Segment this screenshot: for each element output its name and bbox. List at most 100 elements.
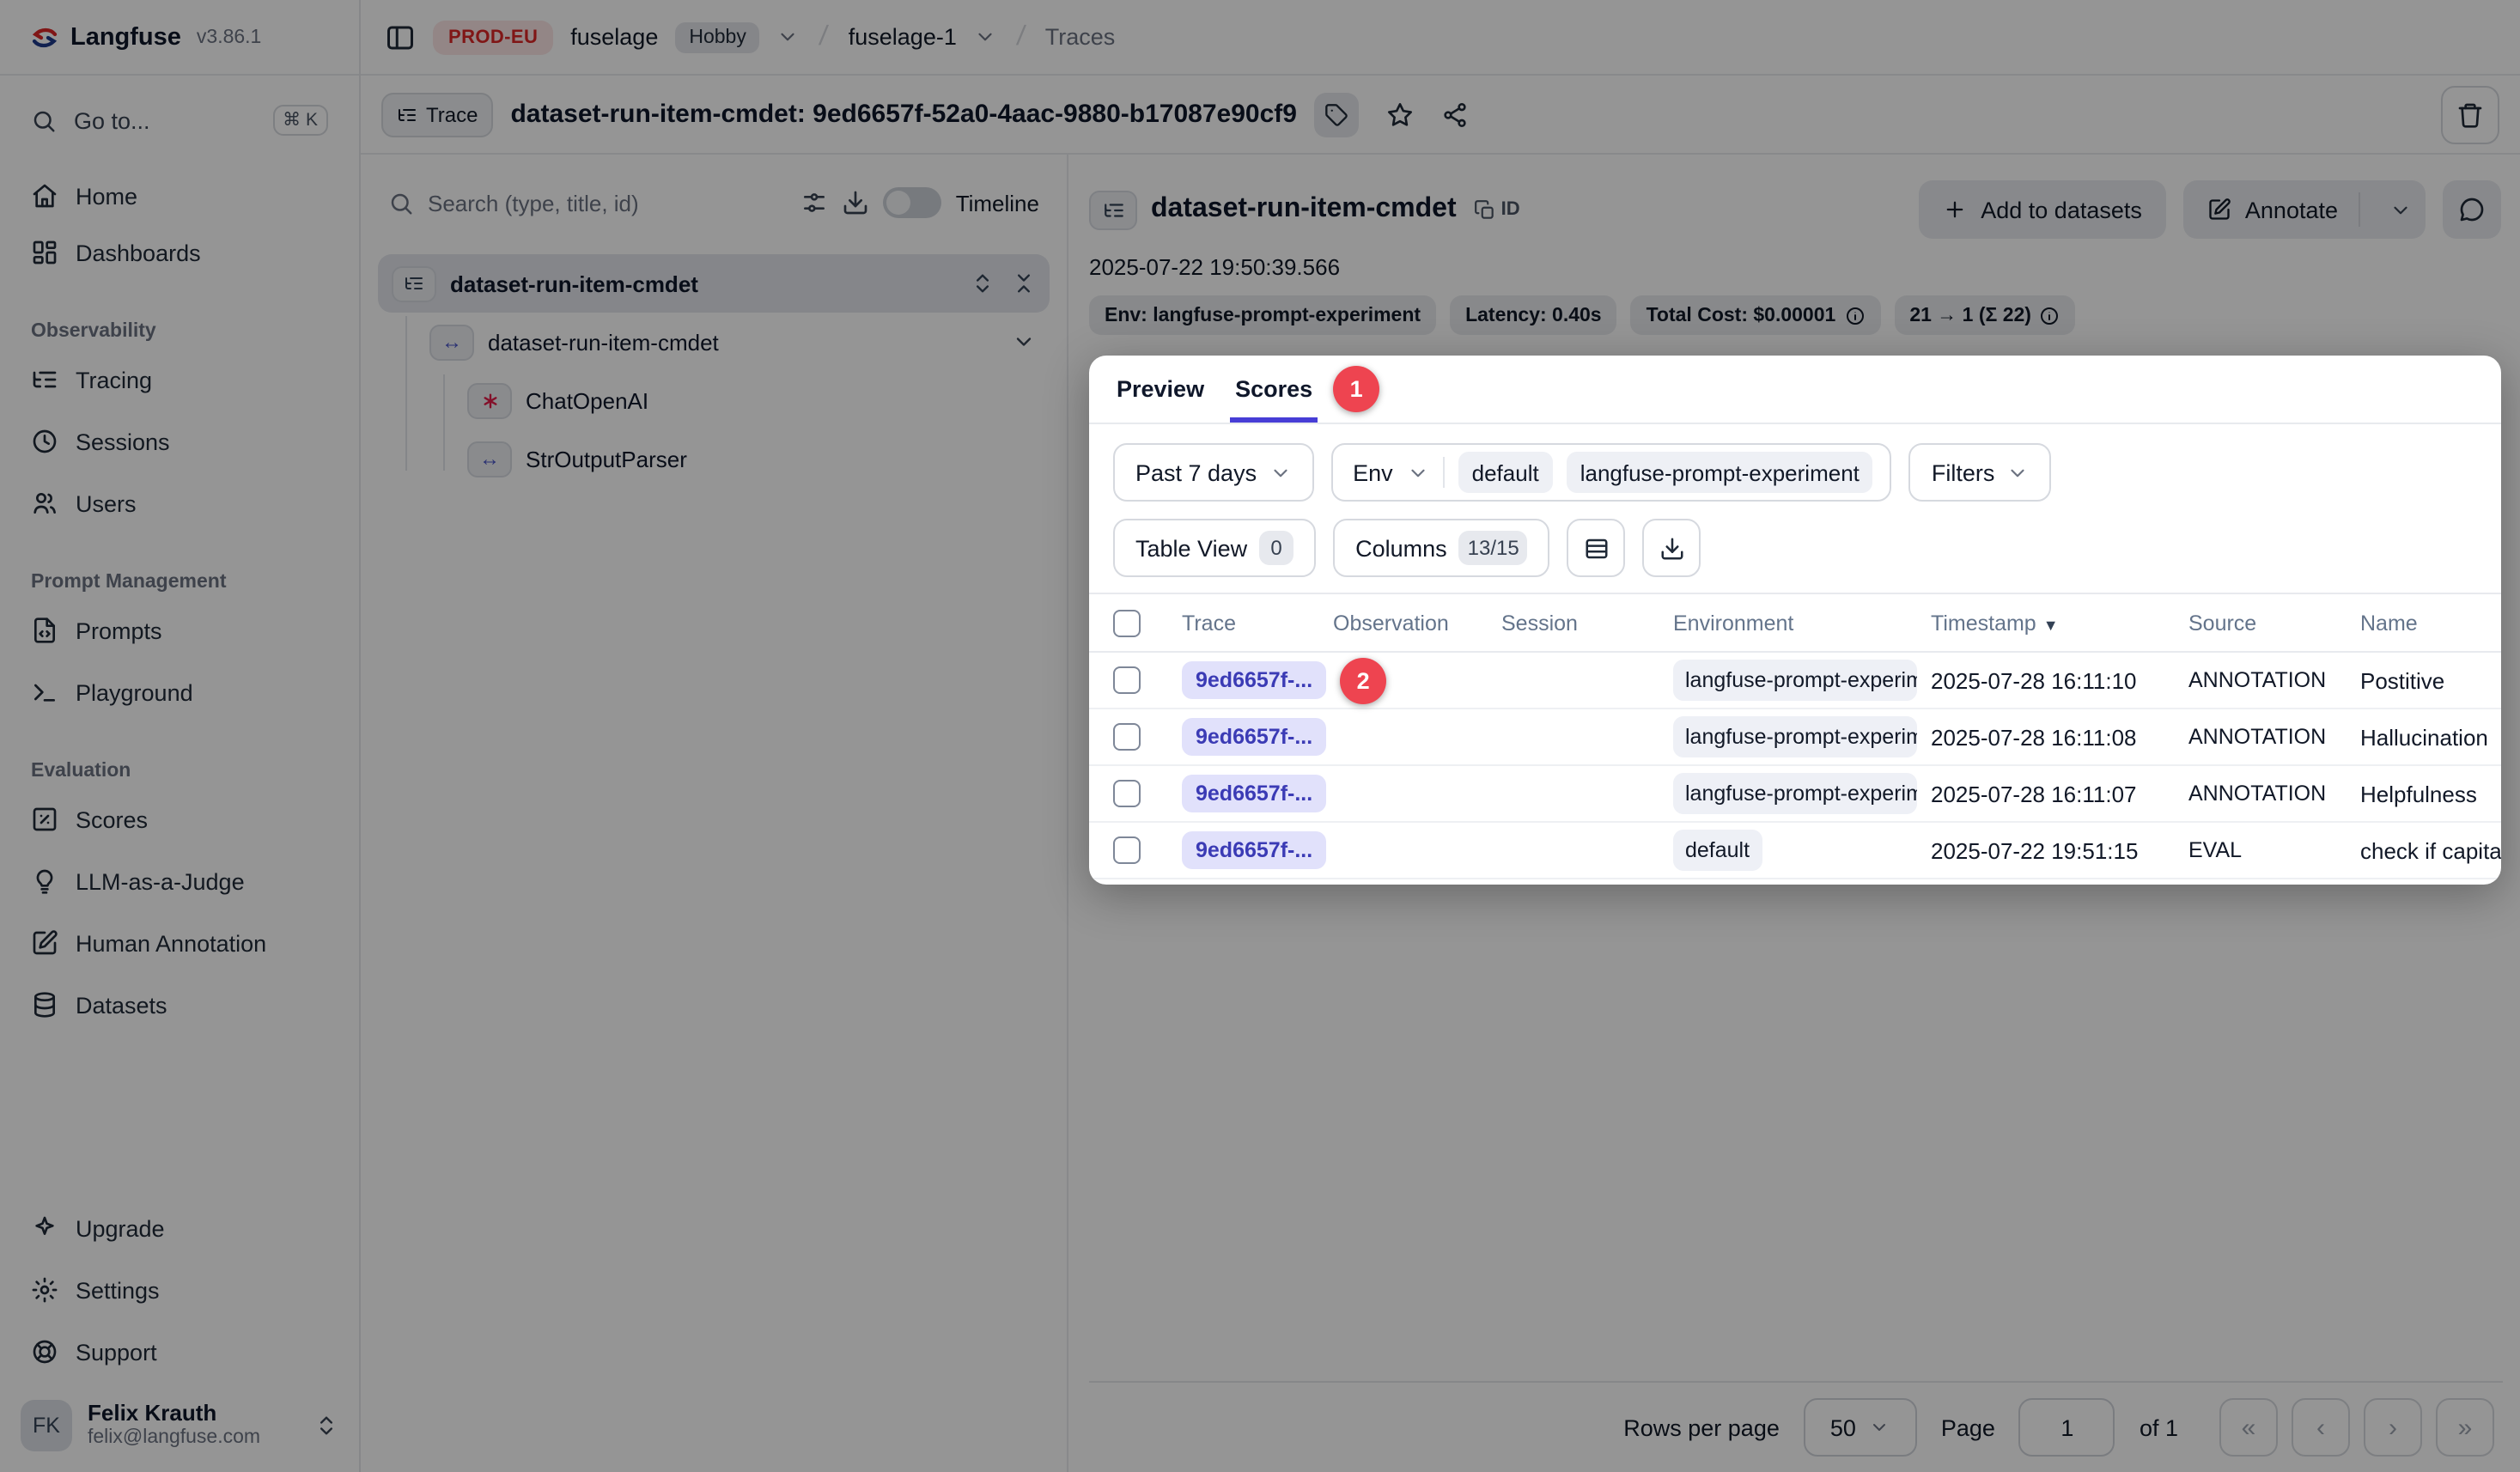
- filters-button[interactable]: Filters: [1909, 443, 2052, 502]
- sidebar-item-users[interactable]: Users: [14, 477, 345, 529]
- column-header-timestamp[interactable]: Timestamp▼: [1931, 611, 2188, 635]
- fold-all-icon[interactable]: [1012, 271, 1036, 295]
- breadcrumb-org[interactable]: fuselage: [570, 24, 658, 50]
- plan-badge: Hobby: [675, 21, 760, 52]
- sidebar-item-scores[interactable]: Scores: [14, 794, 345, 845]
- table-view-button[interactable]: Table View 0: [1113, 519, 1316, 577]
- column-header-source[interactable]: Source: [2188, 611, 2360, 635]
- tab-scores[interactable]: Scores: [1235, 356, 1312, 423]
- sidebar-item-llm-judge[interactable]: LLM-as-a-Judge: [14, 855, 345, 907]
- env-filter[interactable]: Env default langfuse-prompt-experiment: [1330, 443, 1892, 502]
- date-range-filter[interactable]: Past 7 days: [1113, 443, 1313, 502]
- row-checkbox[interactable]: [1113, 836, 1141, 864]
- column-header-observation[interactable]: Observation: [1333, 611, 1501, 635]
- export-button[interactable]: [1643, 519, 1701, 577]
- tag-button[interactable]: [1314, 92, 1359, 137]
- environment-chip: langfuse-prompt-experim: [1673, 660, 1917, 701]
- column-header-trace[interactable]: Trace: [1182, 611, 1333, 635]
- annotate-dropdown[interactable]: [2374, 180, 2426, 239]
- last-page-button[interactable]: »: [2436, 1398, 2494, 1457]
- table-row[interactable]: 9ed6657f-... default 2025-07-22 19:51:15…: [1089, 823, 2501, 879]
- panel-left-icon[interactable]: [385, 21, 416, 52]
- table-row[interactable]: 9ed6657f-... 2 langfuse-prompt-experim 2…: [1089, 653, 2501, 709]
- prev-page-button[interactable]: ‹: [2292, 1398, 2350, 1457]
- lifebuoy-icon: [31, 1338, 58, 1366]
- share-icon[interactable]: [1441, 100, 1469, 128]
- sliders-icon[interactable]: [801, 189, 829, 216]
- page-input[interactable]: [2019, 1398, 2115, 1457]
- chevrons-up-down-icon: [314, 1414, 338, 1438]
- sidebar-item-playground[interactable]: Playground: [14, 666, 345, 718]
- goto-search[interactable]: Go to... ⌘ K: [14, 93, 345, 148]
- detail-title: dataset-run-item-cmdet: [1151, 194, 1457, 225]
- id-label: ID: [1501, 199, 1520, 220]
- download-icon: [1659, 535, 1685, 561]
- breadcrumb-separator: /: [814, 21, 833, 52]
- tree-node-label: dataset-run-item-cmdet: [488, 329, 719, 355]
- trace-id-link[interactable]: 9ed6657f-...: [1182, 831, 1326, 869]
- env-filter-label: Env: [1353, 459, 1393, 485]
- delete-trace-button[interactable]: [2441, 85, 2499, 143]
- first-page-button[interactable]: «: [2219, 1398, 2278, 1457]
- next-page-button[interactable]: ›: [2364, 1398, 2422, 1457]
- sidebar-item-label: Playground: [76, 679, 193, 705]
- sidebar-item-tracing[interactable]: Tracing: [14, 354, 345, 405]
- sidebar-item-settings[interactable]: Settings: [14, 1264, 345, 1316]
- sidebar-item-datasets[interactable]: Datasets: [14, 979, 345, 1031]
- table-row[interactable]: 9ed6657f-... langfuse-prompt-experim 202…: [1089, 709, 2501, 766]
- metric-badges: Env: langfuse-prompt-experiment Latency:…: [1089, 295, 2501, 335]
- sidebar-item-support[interactable]: Support: [14, 1326, 345, 1378]
- row-checkbox[interactable]: [1113, 723, 1141, 751]
- sidebar-item-human-annotation[interactable]: Human Annotation: [14, 917, 345, 969]
- trace-cell: 9ed6657f-...: [1182, 718, 1333, 756]
- annotation-marker-2: 2: [1340, 657, 1386, 703]
- chevron-down-icon[interactable]: [777, 26, 800, 48]
- row-checkbox[interactable]: [1113, 780, 1141, 807]
- annotate-label: Annotate: [2245, 197, 2338, 222]
- trace-id-link[interactable]: 9ed6657f-...: [1182, 775, 1326, 812]
- tab-preview[interactable]: Preview: [1117, 356, 1204, 423]
- row-checkbox[interactable]: [1113, 666, 1141, 694]
- trace-id-link[interactable]: 9ed6657f-...: [1182, 718, 1326, 756]
- column-header-environment[interactable]: Environment: [1673, 611, 1931, 635]
- trace-id-link[interactable]: 9ed6657f-...: [1182, 661, 1326, 699]
- comments-button[interactable]: [2443, 180, 2501, 239]
- copy-id[interactable]: ID: [1474, 198, 1520, 221]
- chevron-down-icon[interactable]: [974, 26, 996, 48]
- sidebar-item-sessions[interactable]: Sessions: [14, 416, 345, 467]
- rows-per-page-select[interactable]: 50: [1804, 1398, 1917, 1457]
- add-to-datasets-button[interactable]: Add to datasets: [1919, 180, 2166, 239]
- download-icon[interactable]: [843, 189, 870, 216]
- sidebar-item-upgrade[interactable]: Upgrade: [14, 1202, 345, 1254]
- unfold-all-icon[interactable]: [971, 271, 995, 295]
- user-menu[interactable]: FK Felix Krauth felix@langfuse.com: [21, 1400, 338, 1451]
- sidebar-item-label: Prompts: [76, 617, 162, 643]
- column-header-name[interactable]: Name: [2360, 611, 2501, 635]
- tree-node-generation[interactable]: ChatOpenAI: [453, 371, 1050, 429]
- lightbulb-icon: [31, 867, 58, 895]
- date-range-label: Past 7 days: [1135, 459, 1257, 485]
- user-meta: Felix Krauth felix@langfuse.com: [88, 1402, 299, 1450]
- sidebar-item-dashboards[interactable]: Dashboards: [14, 227, 345, 278]
- tree-node-span[interactable]: ↔ StrOutputParser: [453, 429, 1050, 488]
- tree-node-root[interactable]: dataset-run-item-cmdet: [378, 254, 1050, 313]
- sidebar-item-prompts[interactable]: Prompts: [14, 605, 345, 656]
- chevron-down-icon[interactable]: [1012, 330, 1036, 354]
- star-icon[interactable]: [1386, 100, 1414, 128]
- timeline-toggle[interactable]: [884, 187, 942, 218]
- pen-square-icon: [2207, 198, 2231, 222]
- sidebar-item-home[interactable]: Home: [14, 170, 345, 222]
- tree-node-span[interactable]: ↔ dataset-run-item-cmdet: [416, 313, 1050, 371]
- row-height-button[interactable]: [1567, 519, 1626, 577]
- span-type-icon: ↔: [467, 441, 512, 477]
- annotate-button[interactable]: Annotate: [2183, 180, 2426, 239]
- breadcrumb-project[interactable]: fuselage-1: [849, 24, 957, 50]
- latency-badge: Latency: 0.40s: [1450, 295, 1617, 335]
- table-row[interactable]: 9ed6657f-... langfuse-prompt-experim 202…: [1089, 766, 2501, 823]
- app-logo[interactable]: Langfuse v3.86.1: [0, 0, 359, 76]
- tree-search-input[interactable]: [428, 190, 788, 216]
- columns-button[interactable]: Columns 13/15: [1333, 519, 1550, 577]
- select-all-checkbox[interactable]: [1113, 609, 1141, 636]
- column-header-session[interactable]: Session: [1501, 611, 1673, 635]
- copy-icon: [1474, 198, 1496, 221]
